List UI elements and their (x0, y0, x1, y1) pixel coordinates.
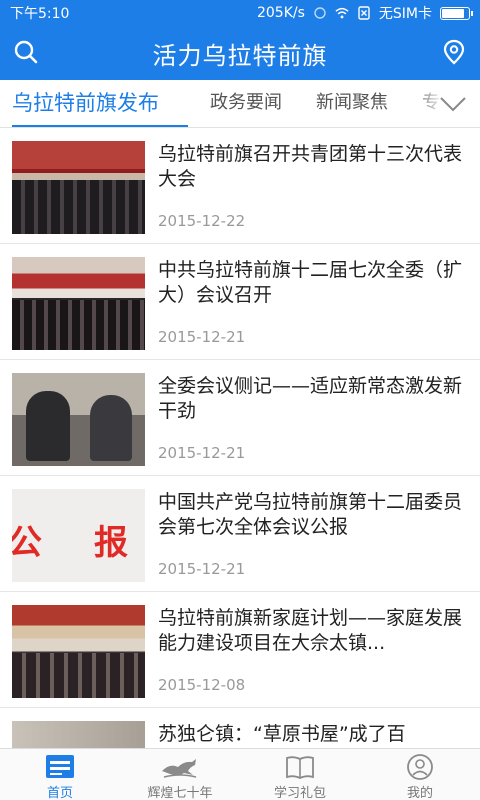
status-time: 下午5:10 (10, 6, 70, 22)
news-item[interactable]: 苏独仑镇：“草原书屋”成了百 (0, 708, 480, 748)
status-indicators: 205K/s 无SIM卡 (256, 3, 473, 23)
news-item[interactable]: 乌拉特前旗召开共青团第十三次代表大会 2015-12-22 (0, 128, 480, 244)
location-pin-icon[interactable] (440, 38, 468, 66)
nav-label: 首页 (46, 786, 73, 800)
nav-mine[interactable]: 我的 (360, 749, 480, 800)
tab-government-news[interactable]: 政务要闻 (210, 88, 282, 114)
active-tab-indicator (12, 125, 188, 127)
news-thumbnail (12, 721, 145, 748)
news-title: 乌拉特前旗新家庭计划——家庭发展能力建设项目在大佘太镇... (158, 607, 463, 654)
nav-label: 我的 (406, 786, 433, 800)
news-item[interactable]: 乌拉特前旗新家庭计划——家庭发展能力建设项目在大佘太镇... 2015-12-0… (0, 592, 480, 708)
news-item[interactable]: 全委会议侧记——适应新常态激发新干劲 2015-12-21 (0, 360, 480, 476)
app-title: 活力乌拉特前旗 (152, 41, 328, 70)
news-thumbnail: 公 报 (12, 489, 145, 582)
news-date: 2015-12-22 (158, 212, 246, 230)
news-item[interactable]: 公 报 中国共产党乌拉特前旗第十二届委员会第七次全体会议公报 2015-12-2… (0, 476, 480, 592)
news-thumbnail (12, 141, 145, 234)
tab-news-focus[interactable]: 新闻聚焦 (316, 88, 388, 114)
news-list: 乌拉特前旗召开共青团第十三次代表大会 2015-12-22 中共乌拉特前旗十二届… (0, 128, 480, 748)
battery-icon (440, 6, 473, 20)
news-title: 中共乌拉特前旗十二届七次全委（扩大）会议召开 (158, 259, 463, 306)
sync-icon (314, 7, 326, 19)
news-title: 乌拉特前旗召开共青团第十三次代表大会 (158, 143, 463, 190)
tab-ulat-release[interactable]: 乌拉特前旗发布 (12, 87, 159, 117)
news-thumbnail (12, 373, 145, 466)
news-date: 2015-12-21 (158, 560, 246, 578)
bottom-navigation: 首页 辉煌七十年 学习礼包 我的 (0, 748, 480, 800)
category-tabs: 乌拉特前旗发布 政务要闻 新闻聚焦 专 (0, 80, 480, 128)
news-item[interactable]: 中共乌拉特前旗十二届七次全委（扩大）会议召开 2015-12-21 (0, 244, 480, 360)
app-header: 活力乌拉特前旗 (0, 26, 480, 80)
nav-home[interactable]: 首页 (0, 749, 120, 800)
news-date: 2015-12-21 (158, 444, 246, 462)
nav-label: 学习礼包 (273, 786, 326, 800)
nav-glorious-seventy[interactable]: 辉煌七十年 (120, 749, 240, 800)
news-date: 2015-12-21 (158, 328, 246, 346)
chevron-down-icon[interactable] (438, 90, 468, 118)
nav-study-package[interactable]: 学习礼包 (240, 749, 360, 800)
news-home-icon (46, 755, 74, 778)
user-profile-icon (407, 754, 433, 780)
news-title: 苏独仑镇：“草原书屋”成了百 (158, 723, 406, 745)
news-thumbnail (12, 605, 145, 698)
nav-label: 辉煌七十年 (147, 786, 213, 800)
thumbnail-text: 公 (12, 523, 42, 563)
wifi-icon (335, 7, 349, 19)
horse-emblem-icon (162, 759, 197, 778)
status-bar: 下午5:10 205K/s 无SIM卡 (0, 0, 480, 26)
network-speed: 205K/s (256, 5, 305, 21)
open-book-icon (286, 756, 314, 779)
news-title: 全委会议侧记——适应新常态激发新干劲 (158, 375, 463, 422)
news-date: 2015-12-08 (158, 676, 246, 694)
news-title: 中国共产党乌拉特前旗第十二届委员会第七次全体会议公报 (158, 491, 463, 538)
no-sim-icon (358, 6, 370, 20)
sim-status: 无SIM卡 (378, 6, 432, 22)
thumbnail-text: 报 (94, 523, 128, 563)
news-thumbnail (12, 257, 145, 350)
search-icon[interactable] (12, 38, 40, 66)
